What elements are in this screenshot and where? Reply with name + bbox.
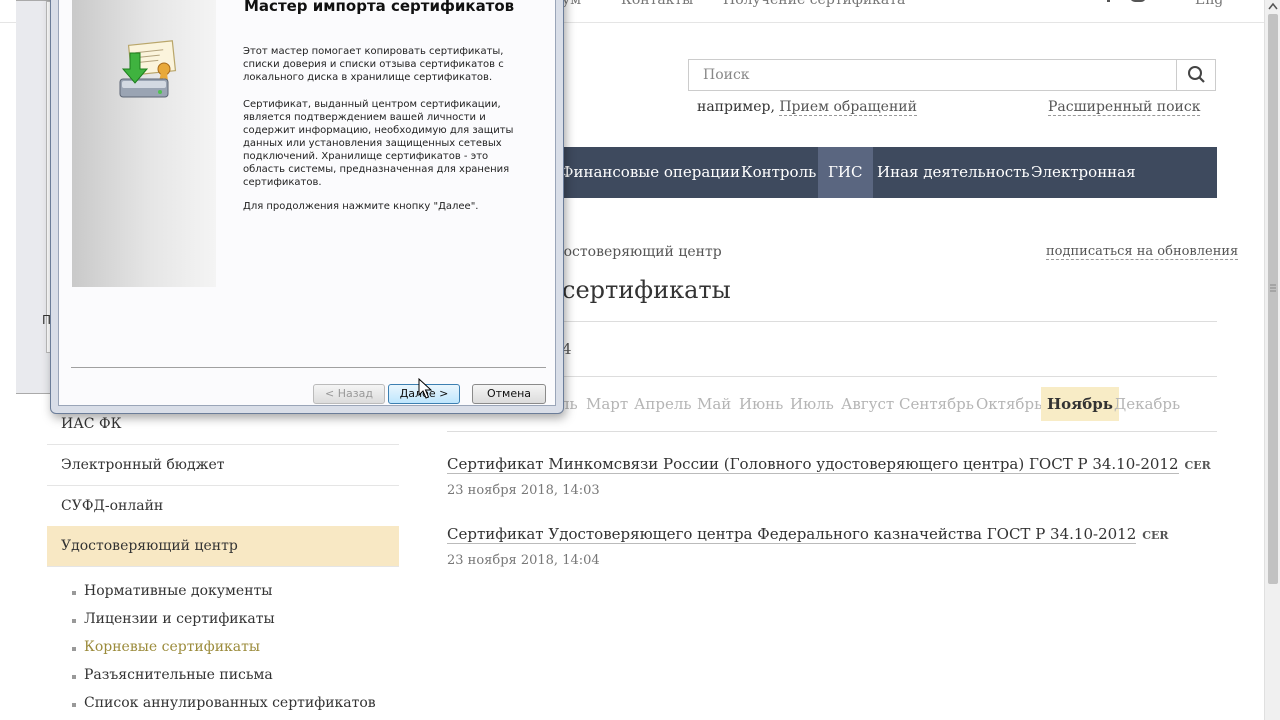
search-example-prefix: например, [697,99,775,115]
month-dec[interactable]: Декабрь [1114,387,1180,421]
document-title[interactable]: Сертификат Минкомсвязи России (Головного… [447,455,1179,474]
glasses-icon[interactable] [1158,0,1176,6]
sidebar-item-ebudget[interactable]: Электронный бюджет [47,445,399,486]
month-apr[interactable]: Апрель [634,387,692,421]
nav-item-control[interactable]: Контроль [731,147,826,198]
advanced-search-link[interactable]: Расширенный поиск [1048,99,1201,116]
document-link[interactable]: Сертификат Минкомсвязи России (Головного… [447,455,1211,474]
document-format: CER [1184,459,1211,472]
language-switch[interactable]: Eng [1195,0,1223,8]
search-input[interactable]: Поиск [688,59,1176,91]
scroll-grip-icon [1270,284,1276,292]
main-navigation: Финансовые операции Контроль ГИС Иная де… [540,147,1217,232]
month-jul[interactable]: Июль [790,387,834,421]
document-link[interactable]: Сертификат Удостоверяющего центра Федера… [447,525,1169,544]
mouse-cursor-icon [418,378,432,399]
wizard-paragraph-3: Для продолжения нажмите кнопку "Далее". [243,201,479,212]
wizard-side-panel [72,0,216,287]
twitter-icon[interactable] [1071,0,1089,6]
wizard-body: Мастер импорта сертификатов Этот мастер … [58,0,556,406]
month-mar[interactable]: Март [586,387,628,421]
scrollbar-thumb[interactable] [1268,14,1278,584]
search-button[interactable] [1176,59,1216,91]
document-format: CER [1142,529,1169,542]
search-example: например, Прием обращений [697,99,917,116]
advanced-search-label[interactable]: Расширенный поиск [1048,99,1201,116]
wizard-title: Мастер импорта сертификатов [244,0,515,15]
month-oct[interactable]: Октябрь [976,387,1042,421]
month-may[interactable]: Май [697,387,731,421]
wizard-separator [71,367,546,368]
breadcrumb[interactable]: достоверяющий центр [555,244,722,260]
scroll-up-icon[interactable] [1268,2,1278,10]
sidebar-subitem-letters[interactable]: Разъяснительные письма [72,667,273,683]
certificate-import-icon [119,40,177,98]
document-date: 23 ноября 2018, 14:04 [447,553,600,568]
nav-item-reception[interactable]: Электронная приемная [1021,147,1217,232]
certificate-import-wizard: Мастер импорта сертификатов Этот мастер … [50,0,564,414]
page-title: сертификаты [562,276,731,304]
document-date: 23 ноября 2018, 14:03 [447,483,600,498]
sidebar-item-uc[interactable]: Удостоверяющий центр [47,526,399,567]
facebook-icon[interactable] [1104,0,1114,6]
sidebar-subitem-licenses[interactable]: Лицензии и сертификаты [72,611,275,627]
document-title[interactable]: Сертификат Удостоверяющего центра Федера… [447,525,1137,544]
wizard-paragraph-1: Этот мастер помогает копировать сертифик… [243,46,504,83]
subscribe-link[interactable]: подписаться на обновления [1046,244,1239,260]
sidebar-subitem-normative[interactable]: Нормативные документы [71,583,272,599]
month-jun[interactable]: Июнь [739,387,783,421]
cancel-button[interactable]: Отмена [472,384,546,404]
sidebar-item-sufd[interactable]: СУФД-онлайн [47,486,399,527]
nav-item-finance[interactable]: Финансовые операции [551,147,750,198]
divider [447,431,1217,432]
nav-item-other[interactable]: Иная деятельность [867,147,1040,198]
search-icon [1188,66,1205,83]
wizard-paragraph-2: Сертификат, выданный центром сертификаци… [243,99,514,188]
sidebar-subitem-revoked[interactable]: Список аннулированных сертификатов [72,695,376,711]
topnav-link-contacts[interactable]: Контакты [621,0,693,8]
month-sep[interactable]: Сентябрь [899,387,974,421]
sidebar-subitem-root-certs[interactable]: Корневые сертификаты [71,639,260,655]
month-aug[interactable]: Август [841,387,894,421]
topnav-link-certificate[interactable]: Получение сертификата [723,0,905,8]
page-scrollbar[interactable] [1264,0,1280,720]
search-example-link[interactable]: Прием обращений [779,99,917,116]
back-button[interactable]: < Назад [313,384,385,404]
month-nov[interactable]: Ноябрь [1041,387,1119,421]
nav-item-gis[interactable]: ГИС [818,147,873,198]
instagram-icon[interactable] [1130,0,1146,6]
topnav-link-partial[interactable]: ум [562,0,581,8]
subscribe-label[interactable]: подписаться на обновления [1046,244,1239,260]
